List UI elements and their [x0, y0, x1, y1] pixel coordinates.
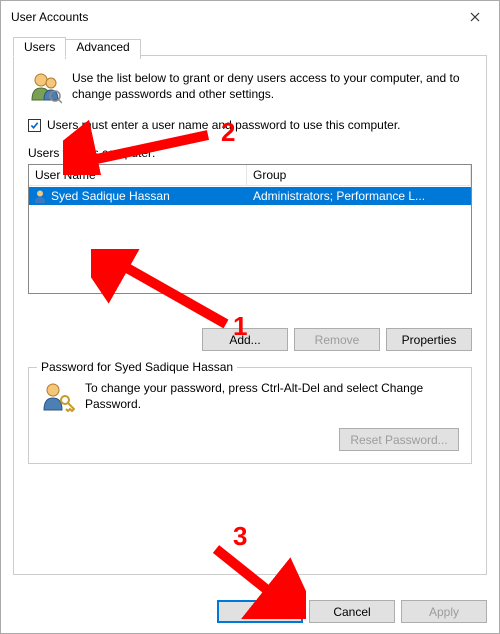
close-icon: [470, 12, 480, 22]
list-header: User Name Group: [29, 165, 471, 187]
close-button[interactable]: [455, 3, 495, 31]
window-title: User Accounts: [11, 10, 88, 24]
users-listbox[interactable]: User Name Group Syed Sadique Hassan Admi…: [28, 164, 472, 294]
tab-advanced[interactable]: Advanced: [65, 39, 140, 59]
password-instruction: To change your password, press Ctrl-Alt-…: [85, 380, 459, 414]
remove-button: Remove: [294, 328, 380, 351]
cancel-button[interactable]: Cancel: [309, 600, 395, 623]
password-fieldset: Password for Syed Sadique Hassan To chan…: [28, 367, 472, 464]
titlebar: User Accounts: [1, 1, 499, 33]
users-icon: [28, 70, 62, 104]
dialog-footer: OK Cancel Apply: [217, 600, 487, 623]
key-user-icon: [41, 380, 75, 414]
require-password-row: Users must enter a user name and passwor…: [28, 118, 472, 132]
tabstrip: Users Advanced: [13, 37, 140, 57]
password-buttons: Reset Password...: [41, 428, 459, 451]
table-row[interactable]: Syed Sadique Hassan Administrators; Perf…: [29, 187, 471, 205]
checkmark-icon: [30, 121, 39, 130]
list-buttons: Add... Remove Properties: [28, 328, 472, 351]
tab-advanced-label: Advanced: [76, 40, 129, 54]
col-header-group[interactable]: Group: [247, 165, 471, 186]
tab-users[interactable]: Users: [13, 37, 66, 57]
intro-row: Use the list below to grant or deny user…: [28, 70, 472, 104]
col-header-username[interactable]: User Name: [29, 165, 247, 186]
cell-username: Syed Sadique Hassan: [29, 189, 247, 203]
require-password-label: Users must enter a user name and passwor…: [47, 118, 401, 132]
require-password-checkbox[interactable]: [28, 119, 41, 132]
apply-button: Apply: [401, 600, 487, 623]
user-avatar-icon: [33, 189, 47, 203]
dialog-content: Users Advanced Use t: [1, 33, 499, 575]
properties-button[interactable]: Properties: [386, 328, 472, 351]
ok-button[interactable]: OK: [217, 600, 303, 623]
users-list-caption: Users for this computer:: [28, 146, 472, 160]
password-legend: Password for Syed Sadique Hassan: [37, 360, 237, 374]
tab-container: Users Advanced Use t: [13, 55, 487, 575]
tab-users-label: Users: [24, 40, 55, 54]
cell-username-text: Syed Sadique Hassan: [51, 189, 170, 203]
intro-text: Use the list below to grant or deny user…: [72, 70, 472, 104]
password-row: To change your password, press Ctrl-Alt-…: [41, 380, 459, 414]
user-accounts-dialog: User Accounts Users Advanced: [0, 0, 500, 634]
add-button[interactable]: Add...: [202, 328, 288, 351]
users-panel: Use the list below to grant or deny user…: [14, 56, 486, 474]
reset-password-button: Reset Password...: [339, 428, 459, 451]
cell-group: Administrators; Performance L...: [247, 189, 471, 203]
